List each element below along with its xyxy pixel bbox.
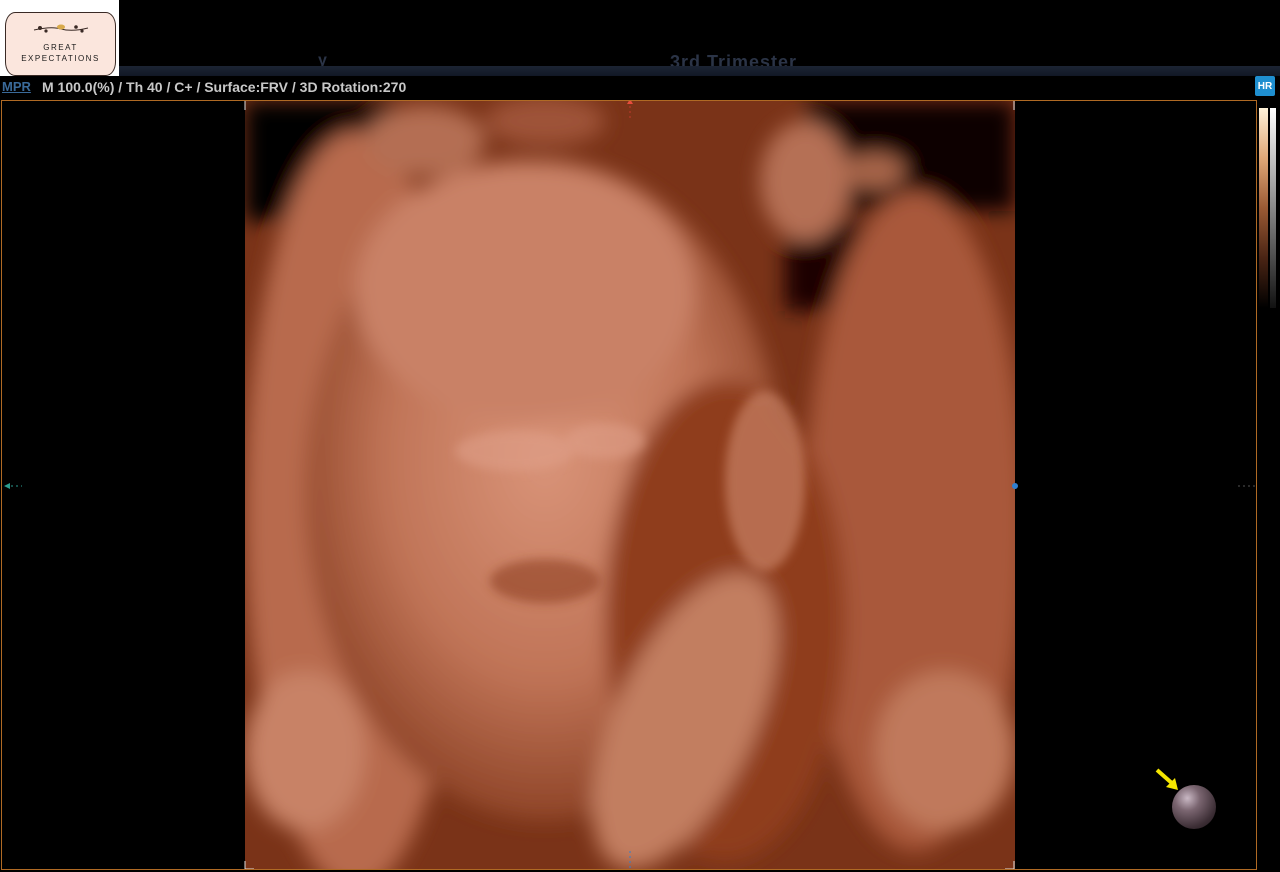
hr-badge-label: HR xyxy=(1257,80,1273,92)
top-bar: y 3rd Trimester xyxy=(0,0,1280,72)
render-parameters: M 100.0(%) / Th 40 / C+ / Surface:FRV / … xyxy=(42,79,407,95)
3d-render-viewport[interactable] xyxy=(1,100,1257,870)
logo-text-expectations: EXPECTATIONS xyxy=(21,54,100,63)
gray-map-bar xyxy=(1270,108,1276,308)
logo-text-great: GREAT xyxy=(43,43,78,52)
mode-link[interactable]: MPR xyxy=(2,79,31,94)
viewport-markers xyxy=(4,101,1256,869)
branch-bird-icon xyxy=(33,24,89,33)
header-strip xyxy=(0,66,1280,76)
color-map-bar xyxy=(1259,108,1268,308)
great-expectations-logo: GREAT EXPECTATIONS xyxy=(0,0,119,84)
info-bar: MPR M 100.0(%) / Th 40 / C+ / Surface:FR… xyxy=(0,76,1280,98)
orientation-ball-icon[interactable] xyxy=(1172,785,1216,829)
logo-frame: GREAT EXPECTATIONS xyxy=(5,12,116,76)
hd-render-icon[interactable]: HR xyxy=(1255,76,1275,96)
